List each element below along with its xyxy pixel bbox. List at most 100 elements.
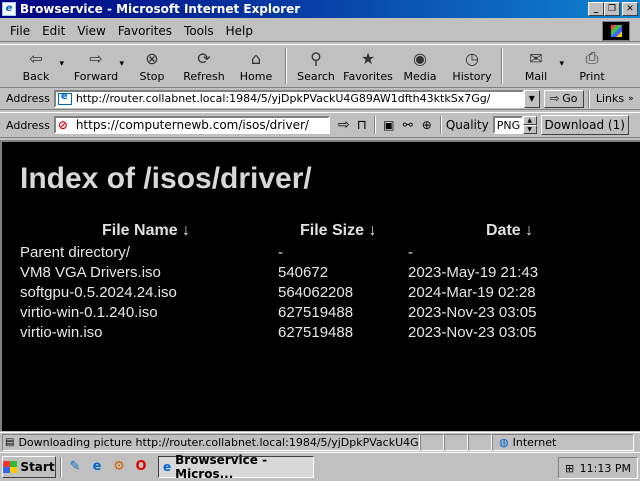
favorites-icon: ★	[360, 48, 376, 68]
chevron-right-icon[interactable]: »	[624, 94, 634, 104]
table-row: virtio-win-0.1.240.iso 627519488 2023-No…	[20, 304, 620, 324]
print-button[interactable]: ⎙ Print	[566, 45, 618, 87]
menu-edit[interactable]: Edit	[36, 24, 71, 38]
quicklaunch-opera-icon[interactable]: O	[132, 458, 150, 476]
page-icon	[57, 92, 72, 105]
loading-page-icon: ▤	[5, 437, 15, 448]
favorites-button[interactable]: ★ Favorites	[342, 45, 394, 87]
media-button[interactable]: ◉ Media	[394, 45, 446, 87]
file-name-link[interactable]: softgpu-0.5.2024.24.iso	[20, 284, 177, 301]
table-row: softgpu-0.5.2024.24.iso 564062208 2024-M…	[20, 284, 620, 304]
page-viewport[interactable]: Index of /isos/driver/ File Name ↓ File …	[0, 140, 640, 431]
search-button[interactable]: ⚲ Search	[290, 45, 342, 87]
separator	[439, 116, 442, 134]
home-icon: ⌂	[250, 48, 262, 68]
taskbar: Start ✎ e ⚙ O e Browservice - Micros... …	[0, 452, 640, 481]
table-row: Parent directory/ - -	[20, 244, 620, 264]
quicklaunch-ie-icon[interactable]: e	[88, 458, 106, 476]
file-name-link[interactable]: Parent directory/	[20, 244, 130, 261]
status-panel	[444, 434, 468, 451]
history-icon: ◷	[465, 48, 479, 68]
quality-spinner[interactable]: ▲ ▼	[522, 116, 537, 134]
windows-throbber-icon	[602, 21, 630, 41]
refresh-icon: ⟳	[197, 48, 211, 68]
quality-up-icon[interactable]: ▲	[522, 116, 537, 125]
standard-toolbar: ⇦Back ⇨Forward ⊗Stop ⟳Refresh ⌂Home ⚲Sea…	[0, 44, 640, 88]
quality-field[interactable]: PNG	[492, 116, 523, 134]
file-name-link[interactable]: VM8 VGA Drivers.iso	[20, 264, 161, 281]
page-heading: Index of /isos/driver/	[20, 162, 312, 195]
file-date: 2023-Nov-23 03:05	[408, 304, 537, 321]
links-label[interactable]: Links	[590, 92, 624, 105]
close-button[interactable]: ✕	[622, 2, 638, 16]
find-icon[interactable]: ⚯	[398, 118, 418, 132]
forward-button[interactable]: ⇨ Forward	[66, 45, 126, 87]
menu-view[interactable]: View	[71, 24, 111, 38]
media-icon: ◉	[413, 48, 427, 68]
stop-icon: ⊗	[145, 48, 159, 68]
start-button[interactable]: Start	[2, 455, 56, 478]
insecure-lock-icon: ⊘	[57, 118, 68, 132]
window-title: Browservice - Microsoft Internet Explore…	[20, 2, 301, 16]
separator	[373, 116, 376, 134]
table-row: virtio-win.iso 627519488 2023-Nov-23 03:…	[20, 324, 620, 344]
toolbar-separator	[285, 48, 287, 84]
status-panel	[468, 434, 492, 451]
quicklaunch-edit-icon[interactable]: ✎	[66, 458, 84, 476]
menu-file[interactable]: File	[4, 24, 36, 38]
maximize-button[interactable]: ❐	[604, 2, 620, 16]
back-button[interactable]: ⇦ Back	[6, 45, 66, 87]
stop-button[interactable]: ⊗ Stop	[126, 45, 178, 87]
browservice-address-label: Address	[6, 118, 50, 132]
globe-icon: ◍	[499, 436, 509, 449]
zone-label: Internet	[512, 436, 557, 449]
go-arrow-icon[interactable]: ⇨	[334, 117, 354, 133]
home-button[interactable]: ⌂ Home	[230, 45, 282, 87]
system-tray: ⊞ 11:13 PM	[558, 457, 638, 479]
file-date: 2023-Nov-23 03:05	[408, 324, 537, 341]
refresh-button[interactable]: ⟳ Refresh	[178, 45, 230, 87]
history-button[interactable]: ◷ History	[446, 45, 498, 87]
taskbar-item-browservice[interactable]: e Browservice - Micros...	[158, 453, 314, 481]
file-name-link[interactable]: virtio-win.iso	[20, 324, 103, 341]
zoom-icon[interactable]: ⊕	[418, 118, 436, 132]
file-size: -	[278, 244, 283, 261]
menu-tools[interactable]: Tools	[178, 24, 220, 38]
file-name-link[interactable]: virtio-win-0.1.240.iso	[20, 304, 158, 321]
menu-help[interactable]: Help	[220, 24, 259, 38]
table-row: VM8 VGA Drivers.iso 540672 2023-May-19 2…	[20, 264, 620, 284]
download-button[interactable]: Download (1)	[540, 115, 629, 135]
minimize-button[interactable]: _	[588, 2, 604, 16]
bookmark-icon[interactable]: ⊓	[354, 118, 370, 133]
column-header-size[interactable]: File Size ↓	[300, 222, 376, 240]
menu-bar: File Edit View Favorites Tools Help	[0, 20, 640, 42]
windows-flag-icon	[3, 460, 18, 473]
browservice-control-bar: Address ⊘ https://computernewb.com/isos/…	[0, 112, 640, 138]
go-button[interactable]: ⇨ Go	[543, 89, 584, 108]
separator	[60, 456, 62, 477]
status-text: Downloading picture http://router.collab…	[18, 436, 420, 449]
print-icon: ⎙	[585, 48, 599, 67]
title-bar: e Browservice - Microsoft Internet Explo…	[0, 0, 640, 18]
file-date: 2024-Mar-19 02:28	[408, 284, 536, 301]
file-date: -	[408, 244, 413, 261]
back-arrow-icon: ⇦	[29, 48, 43, 68]
address-dropdown-button[interactable]: ▼	[523, 89, 540, 108]
address-bar: Address http://router.collabnet.local:19…	[0, 88, 640, 110]
column-header-name[interactable]: File Name ↓	[102, 222, 190, 240]
clipboard-icon[interactable]: ▣	[380, 118, 398, 132]
quality-down-icon[interactable]: ▼	[522, 125, 537, 134]
address-input[interactable]: http://router.collabnet.local:1984/5/yjD…	[53, 89, 524, 108]
browservice-url: https://computernewb.com/isos/driver/	[75, 118, 309, 132]
clock[interactable]: 11:13 PM	[580, 462, 631, 475]
network-icon[interactable]: ⊞	[565, 462, 574, 475]
mail-button[interactable]: ✉ Mail	[506, 45, 566, 87]
browservice-address-input[interactable]: ⊘ https://computernewb.com/isos/driver/	[53, 116, 330, 134]
address-label: Address	[6, 92, 50, 105]
mail-icon: ✉	[529, 48, 543, 68]
status-bar: ▤ Downloading picture http://router.coll…	[0, 432, 640, 452]
status-text-panel: ▤ Downloading picture http://router.coll…	[2, 434, 420, 451]
column-header-date[interactable]: Date ↓	[486, 222, 533, 240]
quicklaunch-settings-icon[interactable]: ⚙	[110, 458, 128, 476]
menu-favorites[interactable]: Favorites	[112, 24, 178, 38]
